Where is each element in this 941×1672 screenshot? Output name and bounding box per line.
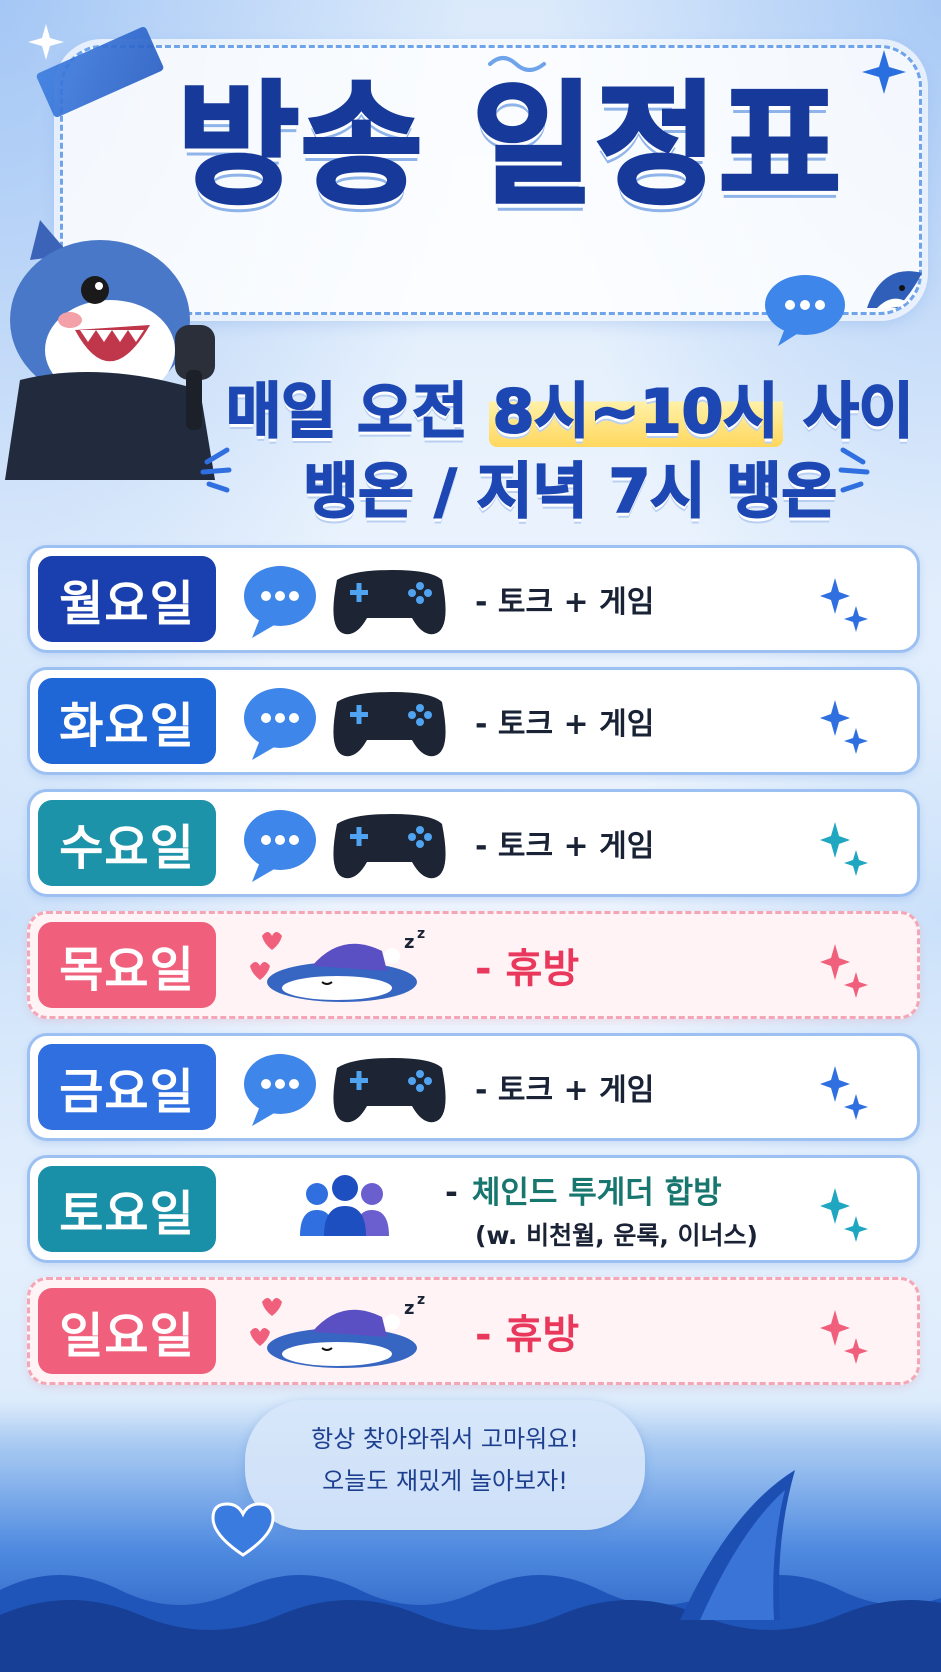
schedule-row-friday: 금요일 - 토크 + 게임	[27, 1033, 920, 1141]
chat-game-icons	[244, 566, 446, 638]
day-label: 토요일	[38, 1166, 216, 1252]
schedule-row-thursday: 목요일 z z - 휴방	[27, 911, 920, 1019]
svg-text:z: z	[404, 1298, 414, 1319]
splash-icon	[200, 447, 232, 493]
heart-icon	[250, 962, 270, 980]
heart-icon	[250, 1328, 270, 1346]
heart-icon	[262, 1298, 282, 1316]
footer-line2: 오늘도 재밌게 놀아보자!	[322, 1467, 568, 1495]
schedule-row-saturday: 토요일 - 체인드 투게더 합방 (w. 비천월, 운록, 이너스)	[27, 1155, 920, 1263]
schedule-desc: - 휴방	[475, 1312, 580, 1358]
sparkle-icon	[28, 24, 64, 60]
subtitle-text: 사이	[782, 376, 914, 448]
sparkle-icon	[820, 1066, 868, 1120]
mini-shark-icon	[867, 271, 922, 309]
schedule-desc: - 휴방	[475, 946, 580, 992]
sparkle-icon	[862, 50, 906, 94]
day-label: 목요일	[38, 922, 216, 1008]
day-label: 화요일	[38, 678, 216, 764]
collab-title-text: 체인드 투게더 합방	[471, 1174, 722, 1211]
schedule-desc: - 토크 + 게임	[475, 829, 655, 864]
chat-bubble-icon	[765, 275, 845, 346]
schedule-desc-collab: - 체인드 투게더 합방 (w. 비천월, 운록, 이너스)	[445, 1158, 758, 1260]
sparkle-icon	[820, 944, 868, 998]
subtitle-highlight: 8시~10시	[488, 376, 783, 448]
schedule-desc: - 토크 + 게임	[475, 707, 655, 742]
schedule-row-tuesday: 화요일 - 토크 + 게임	[27, 667, 920, 775]
svg-text:z: z	[417, 926, 425, 942]
schedule-desc: - 토크 + 게임	[475, 1073, 655, 1108]
chat-game-icons	[244, 688, 446, 760]
collab-members: (w. 비천월, 운록, 이너스)	[475, 1220, 758, 1250]
schedule-row-wednesday: 수요일 - 토크 + 게임	[27, 789, 920, 897]
schedule-row-monday: 월요일 - 토크 + 게임	[27, 545, 920, 653]
heart-icon	[262, 932, 282, 950]
chat-bubble-icon	[244, 566, 316, 638]
group-icon	[300, 1175, 389, 1236]
schedule-row-sunday: 일요일 z z - 휴방	[27, 1277, 920, 1385]
subtitle-line2: 뱅온 / 저녁 7시 뱅온	[302, 456, 838, 528]
footer-message: 항상 찾아와줘서 고마워요! 오늘도 재밌게 놀아보자!	[245, 1418, 645, 1502]
chat-game-icons	[244, 810, 446, 882]
sleeping-shark-icon: z z	[250, 926, 425, 1002]
schedule-desc: - 토크 + 게임	[475, 585, 655, 620]
gamepad-icon	[333, 814, 446, 879]
sparkle-icon	[820, 1188, 868, 1242]
svg-text:z: z	[417, 1292, 425, 1308]
chat-game-icons	[244, 1054, 446, 1126]
chat-bubble-icon	[244, 810, 316, 882]
svg-text:z: z	[404, 932, 414, 953]
gamepad-icon	[333, 570, 446, 635]
page-title: 방송 일정표	[175, 69, 843, 223]
dash-text: -	[445, 1174, 458, 1211]
sparkle-icon	[820, 700, 868, 754]
sparkle-icon	[820, 822, 868, 876]
heart-icon	[211, 1502, 275, 1557]
shark-fin-icon	[680, 1470, 795, 1620]
gamepad-icon	[333, 692, 446, 757]
sparkle-icon	[820, 578, 868, 632]
sparkle-icon	[820, 1310, 868, 1364]
sleeping-shark-icon: z z	[250, 1292, 425, 1368]
chat-bubble-icon	[244, 1054, 316, 1126]
day-label: 금요일	[38, 1044, 216, 1130]
schedule-list: 월요일 - 토크 + 게임 화요일 - 토크 + 게임 수요일 - 토크 + 게…	[27, 545, 920, 1399]
splash-icon	[838, 447, 870, 493]
day-label: 월요일	[38, 556, 216, 642]
collab-title: - 체인드 투게더 합방	[445, 1167, 722, 1212]
subtitle-text: 매일 오전	[225, 376, 489, 448]
gamepad-icon	[333, 1058, 446, 1123]
day-label: 수요일	[38, 800, 216, 886]
chat-bubble-icon	[244, 688, 316, 760]
broadcast-time-subtitle: 매일 오전 8시~10시 사이 뱅온 / 저녁 7시 뱅온	[225, 372, 915, 532]
footer-line1: 항상 찾아와줘서 고마워요!	[311, 1425, 579, 1453]
day-label: 일요일	[38, 1288, 216, 1374]
